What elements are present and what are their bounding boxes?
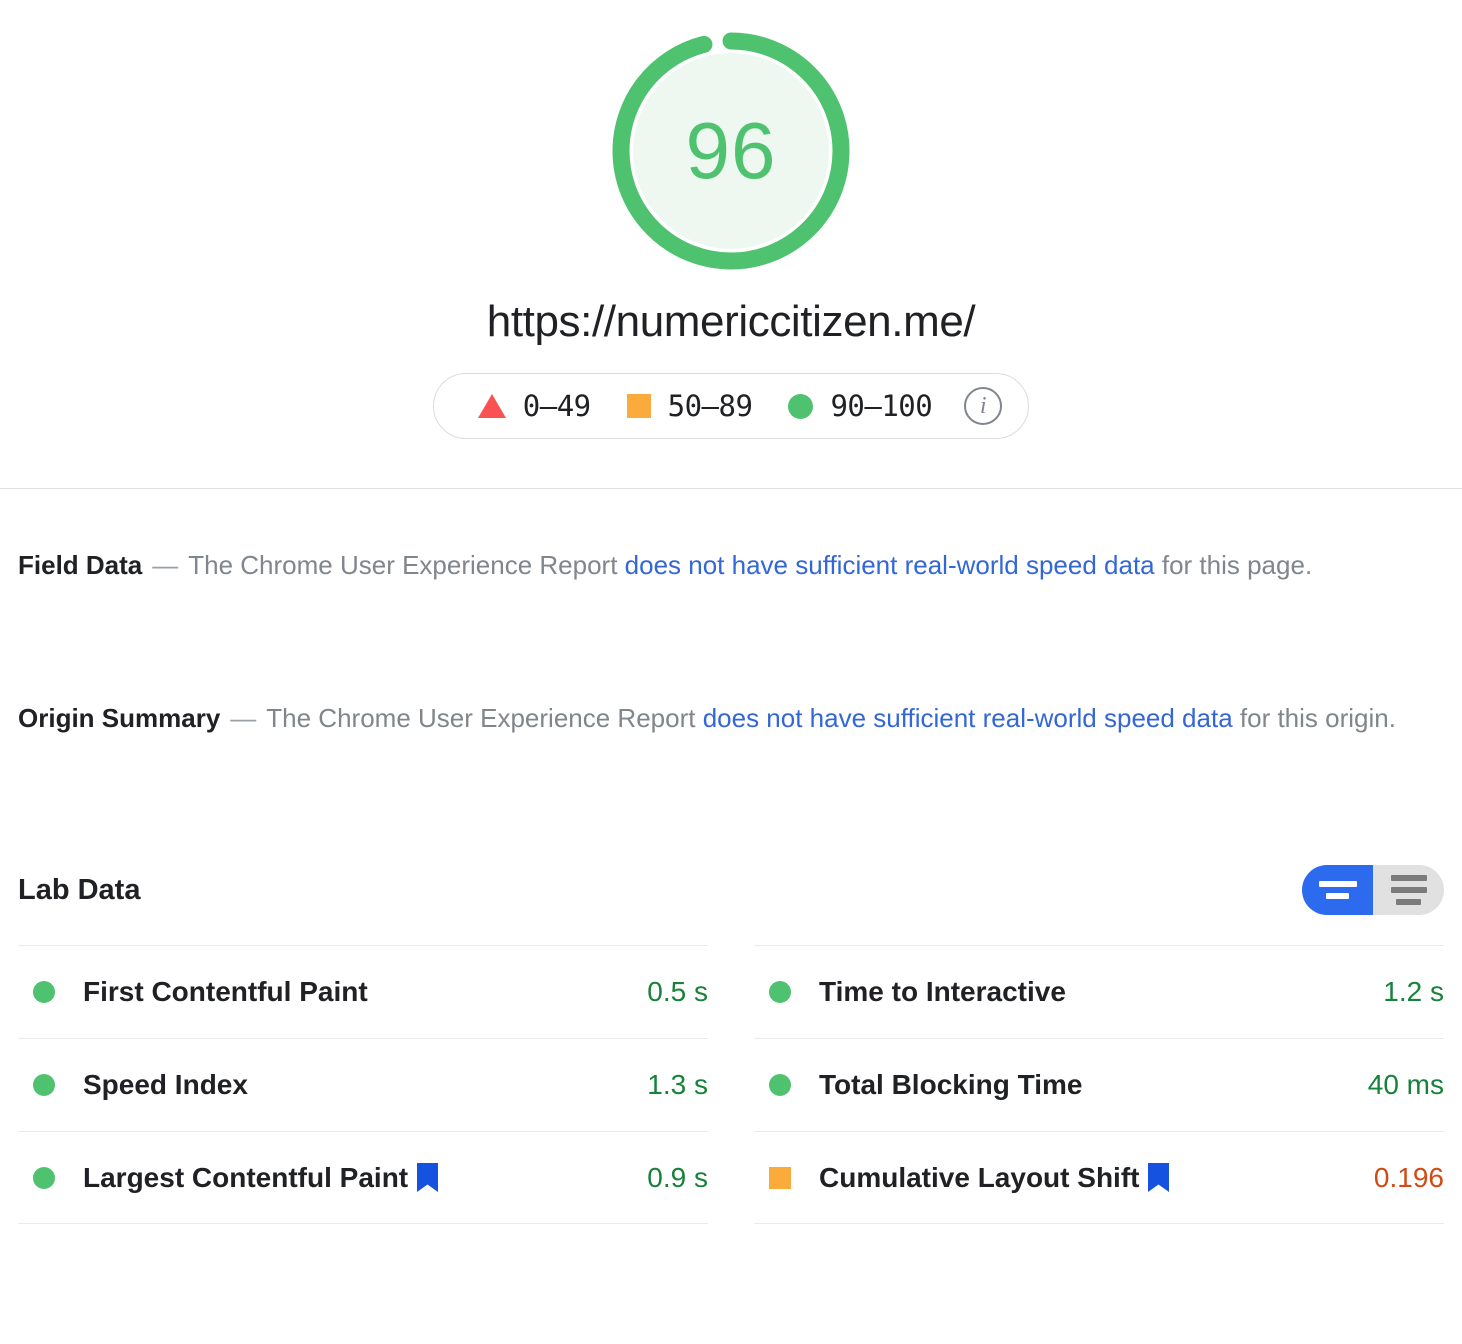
score-value: 96 <box>685 106 777 195</box>
metric-value: 0.196 <box>1373 1161 1444 1193</box>
bookmark-icon[interactable] <box>417 1163 439 1193</box>
circle-icon <box>788 393 814 419</box>
metric-name: Total Blocking Time <box>819 1069 1083 1101</box>
metric-row[interactable]: First Contentful Paint 0.5 s <box>18 945 708 1038</box>
field-data-dash: — <box>152 550 179 581</box>
field-data-text-after: for this page. <box>1154 550 1313 581</box>
triangle-icon <box>477 394 506 419</box>
lab-metrics-grid: First Contentful Paint 0.5 s Speed Index 1.… <box>0 945 1462 1225</box>
legend-label-average: 50–89 <box>667 389 753 424</box>
metric-value: 40 ms <box>1367 1069 1444 1101</box>
expanded-view-icon-line <box>1390 875 1427 882</box>
status-square-icon <box>769 1166 791 1189</box>
info-icon[interactable]: i <box>964 387 1003 426</box>
metric-row[interactable]: Total Blocking Time 40 ms <box>754 1038 1444 1131</box>
view-toggle[interactable] <box>1302 865 1444 916</box>
metric-name: Time to Interactive <box>819 976 1066 1008</box>
metric-name: First Contentful Paint <box>83 976 368 1008</box>
status-circle-icon <box>769 1074 791 1097</box>
status-circle-icon <box>769 981 791 1004</box>
metric-value: 0.9 s <box>647 1161 708 1193</box>
origin-summary-text-before: The Chrome User Experience Report <box>266 702 703 733</box>
origin-summary-link[interactable]: does not have sufficient real-world spee… <box>703 703 1233 733</box>
field-data-link[interactable]: does not have sufficient real-world spee… <box>625 550 1155 580</box>
metric-value: 1.3 s <box>647 1069 708 1101</box>
toggle-compact-view[interactable] <box>1302 865 1373 916</box>
origin-summary-text-after: for this origin. <box>1232 702 1396 733</box>
toggle-expanded-view[interactable] <box>1373 865 1444 916</box>
legend-item-fail: 0–49 <box>460 389 609 423</box>
origin-summary-section: Origin Summary — The Chrome User Experienc… <box>18 696 1444 742</box>
field-data-title: Field Data <box>18 550 143 581</box>
metric-value: 1.2 s <box>1383 976 1444 1008</box>
compact-view-icon-line <box>1318 881 1357 888</box>
origin-summary-title: Origin Summary <box>18 702 221 733</box>
metric-value: 0.5 s <box>647 976 708 1008</box>
performance-score-gauge: 96 <box>606 26 856 276</box>
metric-row[interactable]: Speed Index 1.3 s <box>18 1038 708 1131</box>
compact-view-icon-line <box>1326 893 1349 900</box>
legend-label-pass: 90–100 <box>830 389 933 424</box>
origin-summary-dash: — <box>230 702 257 733</box>
lab-data-header: Lab Data <box>0 861 1462 919</box>
metric-row[interactable]: Time to Interactive 1.2 s <box>754 945 1444 1038</box>
square-icon <box>626 394 651 419</box>
metric-name: Speed Index <box>83 1069 248 1101</box>
field-data-section: Field Data — The Chrome User Experience Re… <box>18 543 1444 589</box>
legend-label-fail: 0–49 <box>522 389 591 424</box>
metric-row[interactable]: Cumulative Layout Shift 0.196 <box>754 1131 1444 1225</box>
report-body: Field Data — The Chrome User Experience Re… <box>0 543 1462 741</box>
metric-column-1: First Contentful Paint 0.5 s Speed Index 1.… <box>18 945 708 1225</box>
field-data-text-before: The Chrome User Experience Report <box>188 550 625 581</box>
section-divider <box>0 488 1462 490</box>
status-circle-icon <box>33 1074 55 1097</box>
metric-name: Largest Contentful Paint <box>83 1161 409 1193</box>
expanded-view-icon-line <box>1390 887 1427 894</box>
score-section: 96 https://numericcitizen.me/ 0–49 50–89… <box>0 0 1462 440</box>
metric-column-2: Time to Interactive 1.2 s Total Blocking T… <box>754 945 1444 1225</box>
page-title: https://numericcitizen.me/ <box>486 297 976 346</box>
metric-row[interactable]: Largest Contentful Paint 0.9 s <box>18 1131 708 1225</box>
status-circle-icon <box>33 981 55 1004</box>
status-circle-icon <box>33 1166 55 1189</box>
metric-name: Cumulative Layout Shift <box>819 1161 1140 1193</box>
lab-data-title: Lab Data <box>18 873 141 906</box>
legend-item-pass: 90–100 <box>770 389 950 423</box>
score-legend: 0–49 50–89 90–100 i <box>432 373 1030 440</box>
expanded-view-icon-line <box>1396 899 1421 906</box>
legend-item-average: 50–89 <box>609 389 771 423</box>
bookmark-icon[interactable] <box>1148 1163 1170 1193</box>
